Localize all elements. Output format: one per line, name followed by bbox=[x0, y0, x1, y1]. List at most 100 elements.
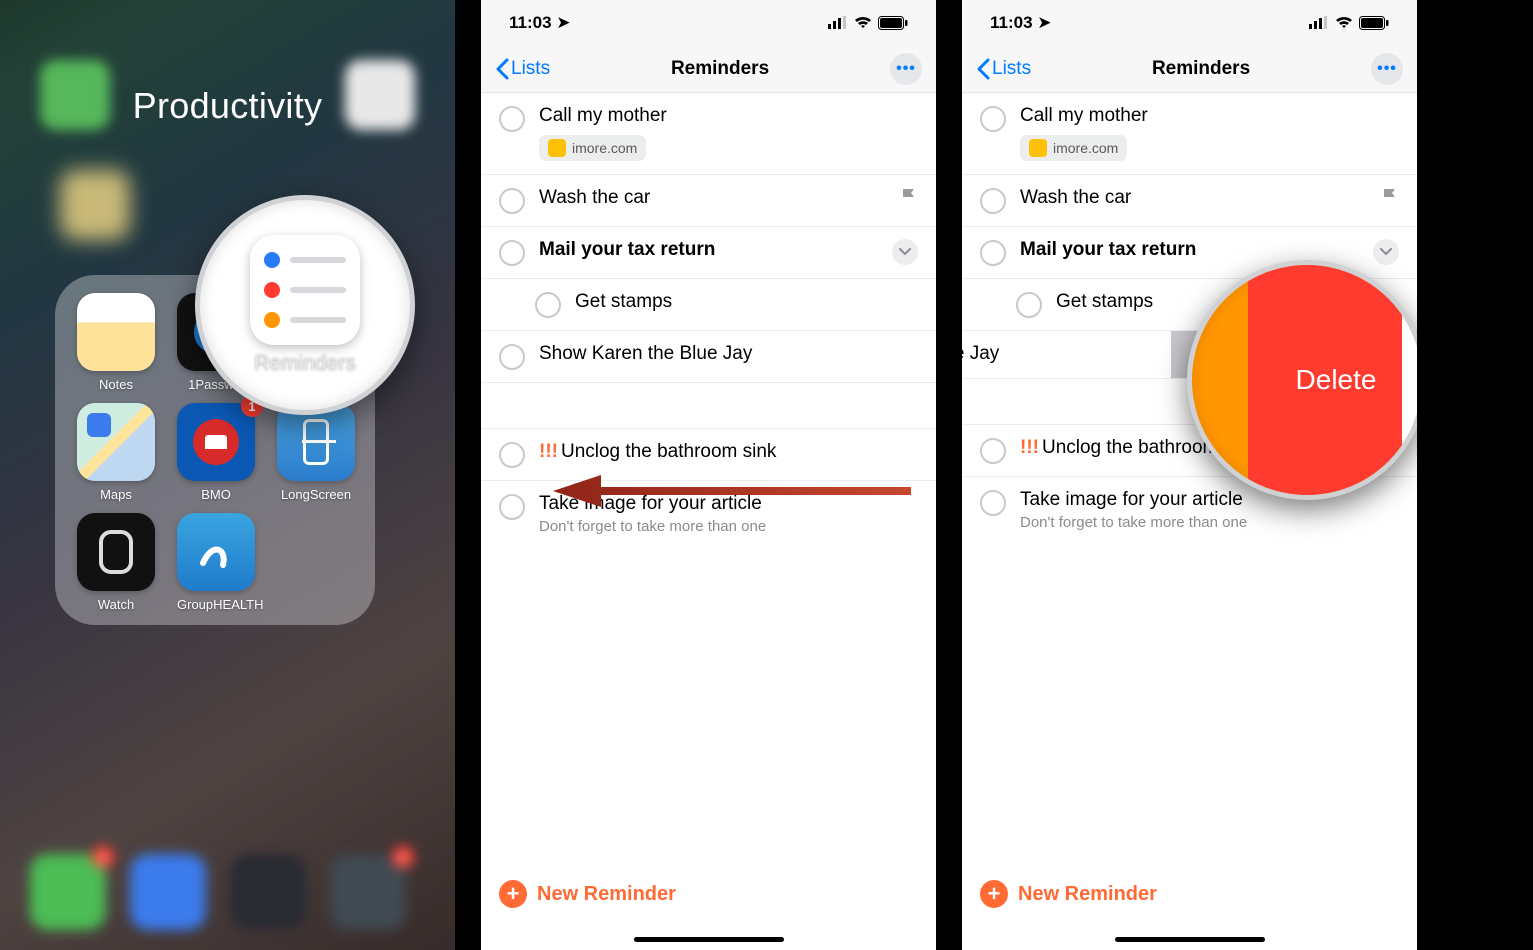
favicon-icon bbox=[548, 139, 566, 157]
reminder-item[interactable]: Take image for your article Don't forget… bbox=[481, 481, 936, 547]
plus-icon: + bbox=[499, 880, 527, 908]
battery-icon bbox=[1359, 16, 1389, 30]
reminder-title: Mail your tax return bbox=[1020, 239, 1359, 261]
app-notes[interactable]: Notes bbox=[77, 293, 155, 392]
reminder-item[interactable]: Call my mother imore.com bbox=[962, 93, 1417, 175]
complete-radio[interactable] bbox=[499, 344, 525, 370]
reminder-title: Show Karen the Blue Jay bbox=[539, 343, 918, 365]
status-bar: 11:03 ➤ bbox=[962, 0, 1417, 45]
chevron-left-icon bbox=[495, 58, 509, 80]
wifi-icon bbox=[1335, 16, 1353, 29]
complete-radio[interactable] bbox=[535, 292, 561, 318]
wifi-icon bbox=[854, 16, 872, 29]
app-label: GroupHEALTH bbox=[177, 597, 255, 612]
reminder-title-peek: he Blue Jay bbox=[962, 343, 999, 365]
reminders-panel-delete: 11:03 ➤ Lists Reminders ••• Call my moth… bbox=[962, 0, 1417, 950]
dock-icon bbox=[130, 854, 206, 930]
status-time: 11:03 ➤ bbox=[509, 13, 571, 33]
reminder-subitem[interactable]: Get stamps bbox=[481, 279, 936, 331]
chevron-down-icon bbox=[899, 248, 911, 256]
reminder-title: Take image for your article bbox=[539, 493, 918, 515]
app-label: BMO bbox=[177, 487, 255, 502]
nav-bar: Lists Reminders ••• bbox=[962, 45, 1417, 93]
expand-button[interactable] bbox=[892, 239, 918, 265]
reminder-title: Get stamps bbox=[575, 291, 918, 313]
new-reminder-label: New Reminder bbox=[1018, 883, 1157, 906]
reminder-item[interactable]: Call my mother imore.com bbox=[481, 93, 936, 175]
app-bmo[interactable]: 1 BMO bbox=[177, 403, 255, 502]
folder-title: Productivity bbox=[0, 85, 455, 127]
magnifier-delete: Delete bbox=[1187, 260, 1417, 500]
reminder-item[interactable]: !!!Unclog the bathroom sink bbox=[481, 429, 936, 481]
swipe-hint-gap bbox=[481, 383, 936, 429]
app-maps[interactable]: Maps bbox=[77, 403, 155, 502]
complete-radio[interactable] bbox=[499, 442, 525, 468]
chevron-down-icon bbox=[1380, 248, 1392, 256]
reminders-list[interactable]: Call my mother imore.com Wash the car Ma… bbox=[481, 93, 936, 950]
complete-radio[interactable] bbox=[499, 494, 525, 520]
status-bar: 11:03 ➤ bbox=[481, 0, 936, 45]
app-label: Notes bbox=[77, 377, 155, 392]
nav-title: Reminders bbox=[1152, 58, 1250, 80]
battery-icon bbox=[878, 16, 908, 30]
back-label: Lists bbox=[511, 58, 550, 80]
reminder-title: Wash the car bbox=[1020, 187, 1367, 209]
reminder-item[interactable]: Wash the car bbox=[962, 175, 1417, 227]
magnifier-reminders: Reminders bbox=[195, 195, 415, 415]
app-longscreen[interactable]: LongScreen bbox=[277, 403, 355, 502]
flag-icon bbox=[1381, 187, 1399, 207]
reminders-list[interactable]: Call my mother imore.com Wash the car Ma… bbox=[962, 93, 1417, 950]
app-watch[interactable]: Watch bbox=[77, 513, 155, 612]
complete-radio[interactable] bbox=[980, 240, 1006, 266]
reminder-item[interactable]: Wash the car bbox=[481, 175, 936, 227]
reminder-title: Mail your tax return bbox=[539, 239, 878, 261]
complete-radio[interactable] bbox=[499, 240, 525, 266]
complete-radio[interactable] bbox=[499, 106, 525, 132]
homescreen-panel: Productivity Notes 1Passw... Reminders bbox=[0, 0, 455, 950]
reminder-title: !!!Unclog the bathroom sink bbox=[539, 441, 918, 463]
reminders-panel-swipe-hint: 11:03 ➤ Lists Reminders ••• Call my moth… bbox=[481, 0, 936, 950]
complete-radio[interactable] bbox=[980, 188, 1006, 214]
magnifier-caption: Reminders bbox=[254, 351, 356, 375]
blur-app-icon bbox=[60, 170, 130, 240]
reminders-icon bbox=[250, 235, 360, 345]
delete-action-magnified: Delete bbox=[1248, 265, 1417, 495]
app-label: LongScreen bbox=[277, 487, 355, 502]
app-grouphealth[interactable]: GroupHEALTH bbox=[177, 513, 255, 612]
complete-radio[interactable] bbox=[980, 106, 1006, 132]
status-right bbox=[1309, 16, 1389, 30]
more-button[interactable]: ••• bbox=[1371, 53, 1403, 85]
dock-icon: 2 bbox=[30, 854, 106, 930]
url-chip[interactable]: imore.com bbox=[1020, 135, 1127, 161]
nav-bar: Lists Reminders ••• bbox=[481, 45, 936, 93]
nav-title: Reminders bbox=[671, 58, 769, 80]
complete-radio[interactable] bbox=[499, 188, 525, 214]
home-indicator[interactable] bbox=[634, 937, 784, 942]
favicon-icon bbox=[1029, 139, 1047, 157]
chevron-left-icon bbox=[976, 58, 990, 80]
more-button[interactable]: ••• bbox=[890, 53, 922, 85]
signal-icon bbox=[828, 16, 848, 29]
reminder-item[interactable]: Show Karen the Blue Jay bbox=[481, 331, 936, 383]
flag-icon bbox=[900, 187, 918, 207]
plus-icon: + bbox=[980, 880, 1008, 908]
back-button[interactable]: Lists bbox=[495, 58, 550, 80]
complete-radio[interactable] bbox=[1016, 292, 1042, 318]
status-time: 11:03 ➤ bbox=[990, 13, 1052, 33]
complete-radio[interactable] bbox=[980, 438, 1006, 464]
new-reminder-button[interactable]: + New Reminder bbox=[980, 880, 1157, 908]
home-indicator[interactable] bbox=[1115, 937, 1265, 942]
reminder-item[interactable]: Mail your tax return bbox=[481, 227, 936, 279]
new-reminder-label: New Reminder bbox=[537, 883, 676, 906]
dock-icon bbox=[230, 854, 306, 930]
reminder-note: Don't forget to take more than one bbox=[1020, 514, 1399, 531]
expand-button[interactable] bbox=[1373, 239, 1399, 265]
status-right bbox=[828, 16, 908, 30]
app-label: Watch bbox=[77, 597, 155, 612]
url-chip[interactable]: imore.com bbox=[539, 135, 646, 161]
new-reminder-button[interactable]: + New Reminder bbox=[499, 880, 676, 908]
back-button[interactable]: Lists bbox=[976, 58, 1031, 80]
complete-radio[interactable] bbox=[980, 490, 1006, 516]
app-label: Maps bbox=[77, 487, 155, 502]
reminder-note: Don't forget to take more than one bbox=[539, 518, 918, 535]
